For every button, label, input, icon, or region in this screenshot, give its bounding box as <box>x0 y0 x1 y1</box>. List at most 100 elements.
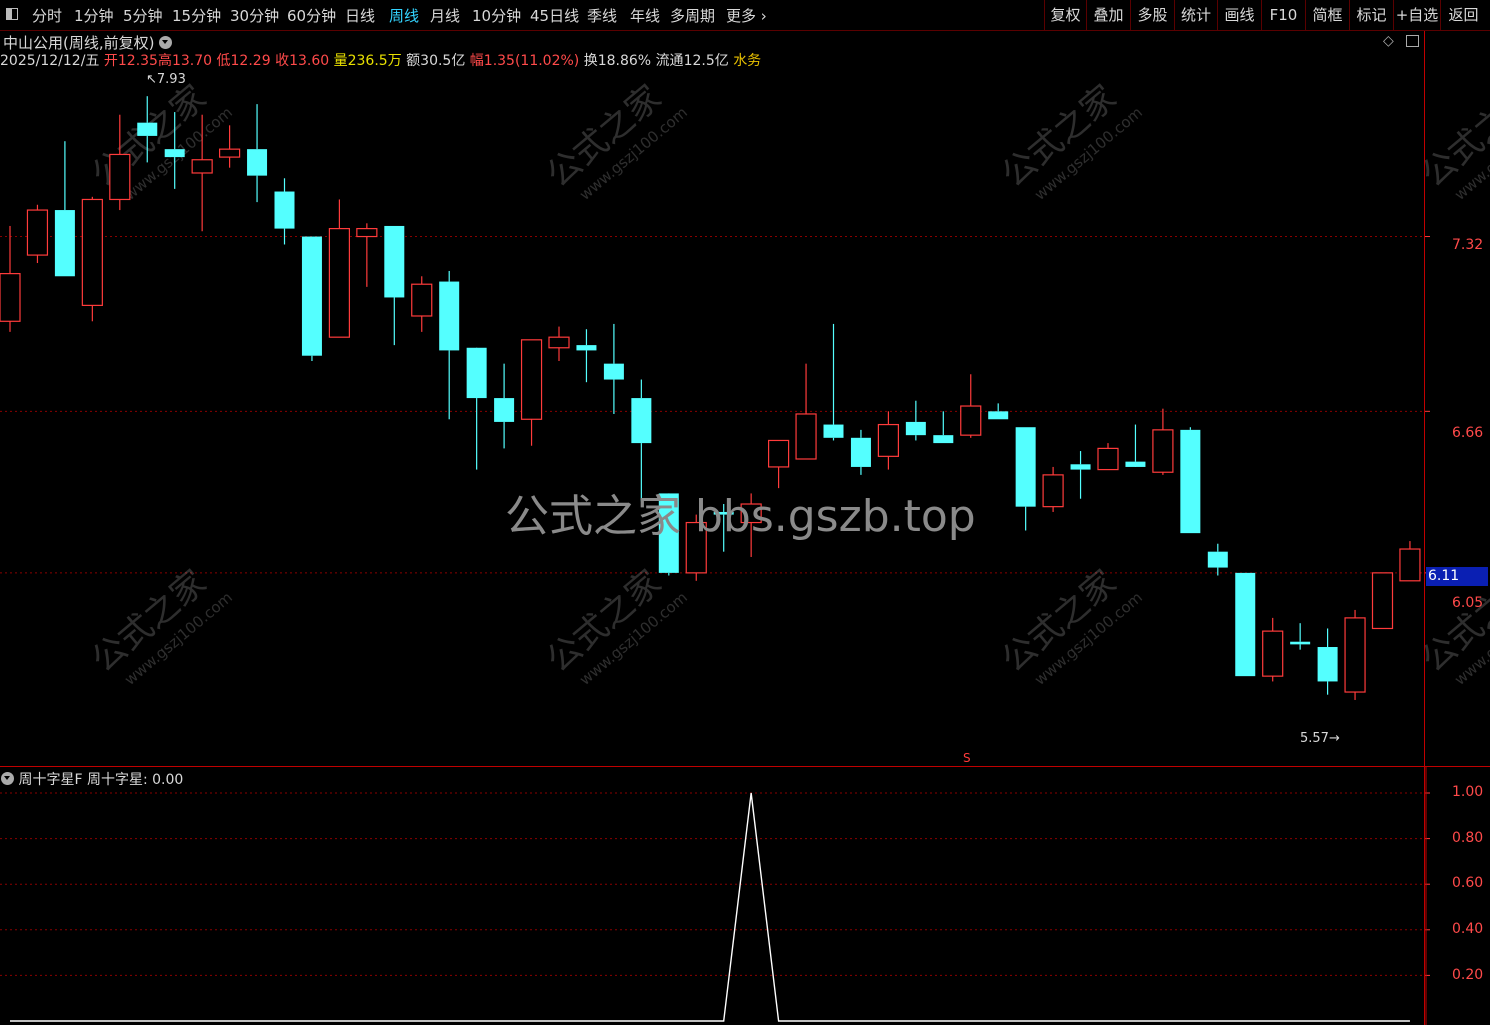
open-value: 12.35 <box>117 53 158 69</box>
tab-4[interactable]: 30分钟 <box>230 5 279 26</box>
watermark-1: 公式之家www.gszj100.com <box>539 77 691 203</box>
toolbar-button-3[interactable]: 统计 <box>1174 0 1217 30</box>
watermark-3: 公式之家www.gszj100.com <box>1414 77 1490 203</box>
candle-body-1 <box>26 209 49 256</box>
candle-28 <box>767 439 790 489</box>
range-value: 1.35(11.02%) <box>483 53 580 69</box>
tab-7[interactable]: 周线 <box>389 5 419 26</box>
price-label-3: 6.05 <box>1452 595 1484 611</box>
candle-51 <box>1399 541 1421 582</box>
panel-toggle-icon[interactable] <box>1406 35 1419 47</box>
toolbar-button-2[interactable]: 多股 <box>1130 0 1174 30</box>
toolbar-button-8[interactable]: +自选 <box>1393 0 1440 30</box>
candle-body-49 <box>1344 617 1366 693</box>
tab-13[interactable]: 多周期 <box>670 5 715 26</box>
toolbar-button-7[interactable]: 标记 <box>1349 0 1393 30</box>
period-toolbar: 分时 1分钟 5分钟 15分钟 30分钟 60分钟 日线 周线 月线 10分钟 45日线 季线 年线 多周… <box>0 0 1490 31</box>
candle-8 <box>219 125 241 168</box>
candle-body-43 <box>1180 429 1201 534</box>
high-marker: ↖7.93 <box>146 72 186 87</box>
toolbar-button-6[interactable]: 简框 <box>1305 0 1349 30</box>
price-label-2: 6.66 <box>1452 425 1484 441</box>
candle-13 <box>356 223 378 287</box>
close-label: 收 <box>275 53 290 69</box>
tab-8[interactable]: 月线 <box>430 5 460 26</box>
float-label: 流通 <box>655 53 684 69</box>
tab-6[interactable]: 日线 <box>345 5 375 26</box>
float-value: 12.5亿 <box>683 53 729 69</box>
candle-47 <box>1290 623 1311 650</box>
candle-19 <box>520 339 543 446</box>
turnover-value: 18.86% <box>597 53 652 69</box>
diamond-icon[interactable]: ◇ <box>1383 33 1394 49</box>
toolbar-button-9[interactable]: 返回 <box>1440 0 1486 30</box>
candle-body-25 <box>685 521 707 574</box>
candle-body-27 <box>740 503 762 524</box>
candle-39 <box>1070 451 1091 499</box>
layout-toggle-icon[interactable] <box>6 8 18 20</box>
tab-5[interactable]: 60分钟 <box>287 5 336 26</box>
bar-date: 2025/12/12/五 <box>0 53 100 69</box>
tab-10[interactable]: 45日线 <box>530 5 579 26</box>
tab-1[interactable]: 1分钟 <box>74 5 114 26</box>
kline-chart[interactable]: 公式之家www.gszj100.com 公式之家www.gszj100.com 公式… <box>0 0 1490 1025</box>
candle-11 <box>301 236 322 362</box>
ind-axis-label-4: 0.40 <box>1452 921 1484 937</box>
candle-body-31 <box>850 437 871 467</box>
indicator-dropdown-icon[interactable] <box>1 772 14 785</box>
tab-3[interactable]: 15分钟 <box>172 5 221 26</box>
candle-body-24 <box>658 493 679 573</box>
toolbar-button-5[interactable]: F10 <box>1261 0 1305 30</box>
candle-body-4 <box>109 153 131 201</box>
toolbar-button-1[interactable]: 叠加 <box>1086 0 1130 30</box>
candle-50 <box>1371 572 1394 630</box>
candle-9 <box>247 104 268 203</box>
tab-14[interactable]: 更多 › <box>726 5 767 26</box>
candle-27 <box>740 493 762 557</box>
tab-12[interactable]: 年线 <box>630 5 660 26</box>
candle-12 <box>328 199 350 338</box>
tab-2[interactable]: 5分钟 <box>123 5 163 26</box>
candle-40 <box>1097 443 1119 471</box>
candle-body-38 <box>1042 474 1064 508</box>
ind-axis-label-3: 0.60 <box>1452 875 1484 891</box>
candle-body-28 <box>767 439 790 468</box>
candle-body-23 <box>631 398 652 444</box>
candle-41 <box>1125 424 1146 467</box>
candle-body-42 <box>1152 429 1174 473</box>
candle-20 <box>548 326 570 362</box>
candle-body-13 <box>356 227 378 238</box>
candle-29 <box>795 363 817 460</box>
amount-value: 30.5亿 <box>420 53 466 69</box>
candle-body-33 <box>905 421 926 436</box>
candle-body-15 <box>411 283 433 317</box>
candle-body-41 <box>1125 461 1146 467</box>
tab-9[interactable]: 10分钟 <box>472 5 521 26</box>
tab-11[interactable]: 季线 <box>587 5 617 26</box>
current-price-tag: 6.11 <box>1426 567 1488 586</box>
close-value: 13.60 <box>289 53 330 69</box>
toolbar-button-4[interactable]: 画线 <box>1217 0 1261 30</box>
candle-body-46 <box>1262 630 1284 677</box>
price-grid <box>0 236 1430 574</box>
dropdown-icon[interactable] <box>159 36 173 49</box>
candle-3 <box>81 196 103 322</box>
candle-48 <box>1317 628 1338 695</box>
candle-1 <box>26 204 49 264</box>
tab-0[interactable]: 分时 <box>32 5 62 26</box>
candle-35 <box>960 374 982 438</box>
high-label: 高 <box>157 53 172 69</box>
low-label: 低 <box>216 53 231 69</box>
candle-10 <box>274 178 295 245</box>
candle-22 <box>603 323 624 414</box>
candle-body-9 <box>247 149 268 176</box>
sector-tag[interactable]: 水务 <box>733 53 761 69</box>
candle-body-26 <box>713 511 734 515</box>
indicator-name[interactable]: 周十字星F <box>18 772 82 788</box>
toolbar-button-0[interactable]: 复权 <box>1044 0 1086 30</box>
candle-body-44 <box>1207 551 1228 568</box>
ind-axis-label-5: 0.20 <box>1452 967 1484 983</box>
candle-36 <box>988 403 1009 420</box>
watermark-5: 公式之家www.gszj100.com <box>539 562 691 688</box>
candle-16 <box>439 270 460 420</box>
